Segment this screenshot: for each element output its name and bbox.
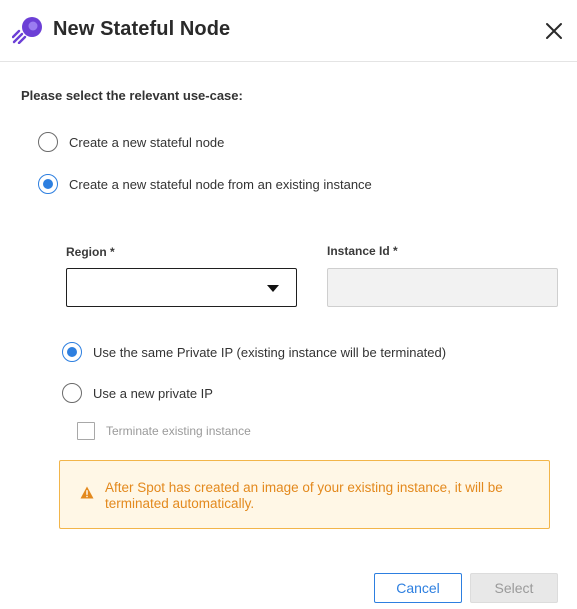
instance-id-input[interactable] <box>327 268 558 307</box>
radio-label: Use a new private IP <box>93 385 213 401</box>
dialog-title: New Stateful Node <box>53 18 231 40</box>
select-button[interactable]: Select <box>470 573 558 603</box>
radio-label: Create a new stateful node from an exist… <box>69 176 372 192</box>
radio-button[interactable] <box>62 383 82 403</box>
radio-button[interactable] <box>62 342 82 362</box>
radio-button[interactable] <box>38 132 58 152</box>
spot-rocket-logo-icon <box>12 17 42 44</box>
close-icon[interactable] <box>542 19 566 43</box>
radio-new-stateful-node[interactable]: Create a new stateful node <box>38 132 224 152</box>
terminate-instance-option: Terminate existing instance <box>77 422 251 440</box>
warning-alert: After Spot has created an image of your … <box>59 460 550 529</box>
terminate-instance-checkbox <box>77 422 95 440</box>
caret-down-icon <box>267 285 279 292</box>
instance-id-label: Instance Id * <box>327 244 398 258</box>
radio-from-existing-instance[interactable]: Create a new stateful node from an exist… <box>38 174 372 194</box>
region-select[interactable] <box>66 268 297 307</box>
radio-label: Create a new stateful node <box>69 134 225 150</box>
cancel-button[interactable]: Cancel <box>374 573 462 603</box>
radio-same-private-ip[interactable]: Use the same Private IP (existing instan… <box>62 342 446 362</box>
region-label: Region * <box>66 245 115 259</box>
dialog-header: New Stateful Node <box>0 0 577 62</box>
checkbox-label: Terminate existing instance <box>106 424 251 438</box>
use-case-label: Please select the relevant use-case: <box>21 88 243 103</box>
alert-text: After Spot has created an image of your … <box>105 480 503 511</box>
warning-icon <box>80 486 94 499</box>
radio-label: Use the same Private IP (existing instan… <box>93 344 447 360</box>
radio-button[interactable] <box>38 174 58 194</box>
radio-new-private-ip[interactable]: Use a new private IP <box>62 383 213 403</box>
